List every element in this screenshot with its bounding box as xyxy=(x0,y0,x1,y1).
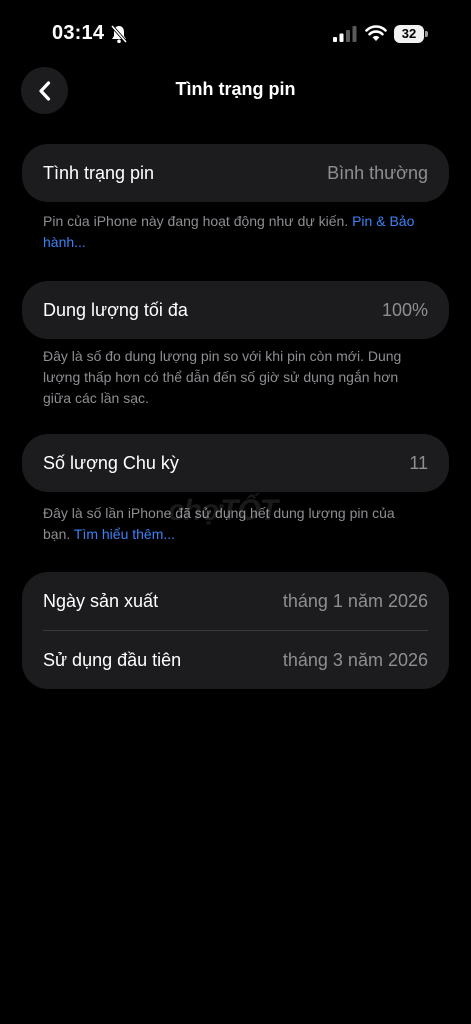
cycle-count-row: Số lượng Chu kỳ 11 xyxy=(22,434,449,492)
status-bar: 03:14 32 xyxy=(0,0,471,64)
max-capacity-note: Đây là số đo dung lượng pin so với khi p… xyxy=(43,348,402,406)
battery-health-label: Tình trạng pin xyxy=(43,162,155,183)
bell-slash-icon xyxy=(110,24,128,44)
watermark: chợTỐT xyxy=(168,494,278,527)
cycle-count-card: Số lượng Chu kỳ 11 xyxy=(22,434,449,492)
battery-health-note: Pin của iPhone này đang hoạt động như dự… xyxy=(43,211,423,253)
dates-card: Ngày sản xuất tháng 1 năm 2026 Sử dụng đ… xyxy=(22,572,449,689)
first-use-value: tháng 3 năm 2026 xyxy=(282,649,428,670)
learn-more-link[interactable]: Tìm hiểu thêm... xyxy=(74,526,175,542)
manufacture-date-row: Ngày sản xuất tháng 1 năm 2026 xyxy=(22,572,449,630)
battery-icon: 32 xyxy=(394,25,428,43)
cycle-count-value: 11 xyxy=(409,452,428,473)
max-capacity-label: Dung lượng tối đa xyxy=(43,299,188,320)
battery-level: 32 xyxy=(394,25,424,43)
cycle-count-label: Số lượng Chu kỳ xyxy=(43,452,179,473)
manufacture-date-label: Ngày sản xuất xyxy=(43,590,159,611)
max-capacity-card: Dung lượng tối đa 100% xyxy=(22,281,449,339)
battery-health-value: Bình thường xyxy=(327,162,428,183)
max-capacity-row: Dung lượng tối đa 100% xyxy=(22,281,449,339)
battery-health-card: Tình trạng pin Bình thường xyxy=(22,144,449,202)
max-capacity-value: 100% xyxy=(381,299,428,320)
first-use-row: Sử dụng đầu tiên tháng 3 năm 2026 xyxy=(22,631,449,689)
page-title: Tình trạng pin xyxy=(175,79,296,99)
battery-health-note-text: Pin của iPhone này đang hoạt động như dự… xyxy=(43,213,353,229)
first-use-label: Sử dụng đầu tiên xyxy=(43,649,182,670)
wifi-icon xyxy=(365,25,387,41)
cellular-signal-icon xyxy=(333,26,357,42)
battery-tip xyxy=(425,31,428,37)
battery-health-row: Tình trạng pin Bình thường xyxy=(22,144,449,202)
manufacture-date-value: tháng 1 năm 2026 xyxy=(282,590,428,611)
status-time: 03:14 xyxy=(52,22,105,44)
